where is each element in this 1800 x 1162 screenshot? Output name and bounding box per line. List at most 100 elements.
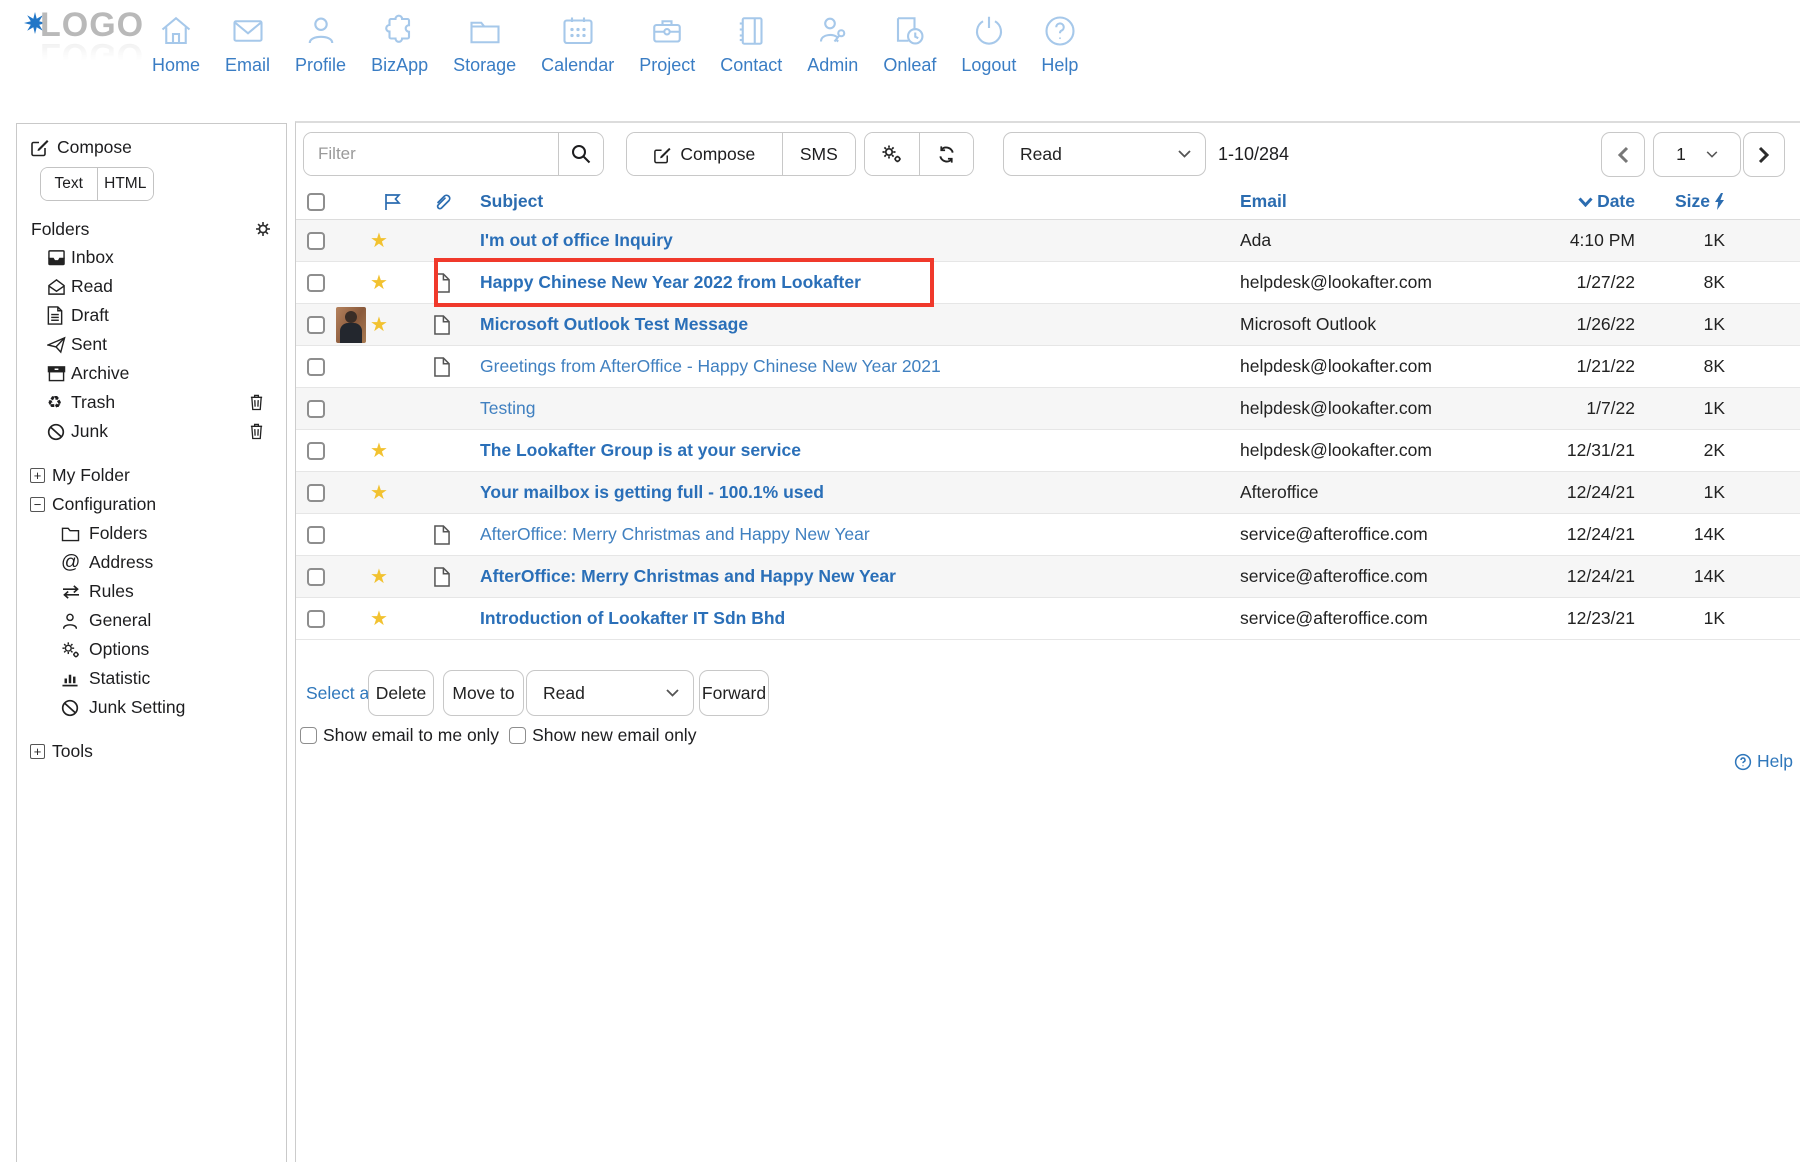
nav-logout[interactable]: Logout: [961, 10, 1016, 76]
sidebar-item-junk[interactable]: Junk: [17, 417, 286, 446]
email-subject-link[interactable]: Introduction of Lookafter IT Sdn Bhd: [480, 608, 785, 629]
help-link[interactable]: Help: [1734, 751, 1793, 772]
sidebar-item-options[interactable]: Options: [17, 635, 286, 664]
row-checkbox[interactable]: [307, 274, 325, 292]
row-checkbox[interactable]: [307, 526, 325, 544]
star-icon[interactable]: ★: [370, 312, 388, 337]
compose-html-button[interactable]: HTML: [97, 168, 154, 200]
folder-settings-gear-icon[interactable]: [254, 220, 272, 238]
email-row[interactable]: ★ Happy Chinese New Year 2022 from Lookaf…: [296, 262, 1800, 304]
page-select[interactable]: 1: [1653, 132, 1741, 177]
sidebar-item-general[interactable]: General: [17, 606, 286, 635]
expand-plus-icon[interactable]: +: [30, 468, 45, 483]
empty-trash-icon[interactable]: [249, 393, 264, 411]
email-subject-link[interactable]: AfterOffice: Merry Christmas and Happy N…: [480, 566, 896, 587]
star-icon[interactable]: ★: [370, 480, 388, 505]
nav-onleaf[interactable]: Onleaf: [883, 10, 936, 76]
row-checkbox[interactable]: [307, 358, 325, 376]
star-icon[interactable]: ★: [370, 564, 388, 589]
nav-project[interactable]: Project: [639, 10, 695, 76]
date-column-header[interactable]: Date: [1540, 191, 1635, 212]
row-checkbox[interactable]: [307, 316, 325, 334]
email-subject-link[interactable]: I'm out of office Inquiry: [480, 230, 673, 251]
sidebar-item-read[interactable]: Read: [17, 272, 286, 301]
collapse-minus-icon[interactable]: −: [30, 497, 45, 512]
email-subject-link[interactable]: AfterOffice: Merry Christmas and Happy N…: [480, 524, 870, 545]
row-checkbox[interactable]: [307, 400, 325, 418]
nav-email[interactable]: Email: [225, 10, 270, 76]
show-new-checkbox[interactable]: [509, 727, 526, 744]
row-checkbox[interactable]: [307, 232, 325, 250]
email-row[interactable]: Greetings from AfterOffice - Happy Chine…: [296, 346, 1800, 388]
email-subject-link[interactable]: Testing: [480, 398, 535, 419]
forward-button[interactable]: Forward: [699, 670, 769, 716]
sidebar-item-archive[interactable]: Archive: [17, 359, 286, 388]
email-row[interactable]: ★The Lookafter Group is at your serviceh…: [296, 430, 1800, 472]
gears-button[interactable]: [865, 133, 919, 175]
nav-profile[interactable]: Profile: [295, 10, 346, 76]
sidebar-item-my-folder[interactable]: + My Folder: [17, 461, 286, 490]
star-icon[interactable]: ★: [370, 606, 388, 631]
sidebar-item-sent[interactable]: Sent: [17, 330, 286, 359]
nav-storage[interactable]: Storage: [453, 10, 516, 76]
select-all-link[interactable]: Select all: [306, 670, 377, 716]
email-subject-link[interactable]: The Lookafter Group is at your service: [480, 440, 801, 461]
email-subject-link[interactable]: Your mailbox is getting full - 100.1% us…: [480, 482, 824, 503]
star-icon[interactable]: ★: [370, 438, 388, 463]
nav-contact[interactable]: Contact: [720, 10, 782, 76]
sidebar-compose-button[interactable]: Compose: [30, 134, 286, 160]
size-column-header[interactable]: Size: [1635, 191, 1725, 212]
email-row[interactable]: ★Microsoft Outlook Test MessageMicrosoft…: [296, 304, 1800, 346]
row-checkbox[interactable]: [307, 568, 325, 586]
compose-button[interactable]: Compose: [627, 133, 782, 175]
star-icon[interactable]: ★: [370, 228, 388, 253]
email-row[interactable]: AfterOffice: Merry Christmas and Happy N…: [296, 514, 1800, 556]
empty-junk-icon[interactable]: [249, 422, 264, 440]
row-checkbox[interactable]: [307, 610, 325, 628]
sidebar-item-configuration[interactable]: − Configuration: [17, 490, 286, 519]
nav-help[interactable]: Help: [1041, 10, 1078, 76]
email-row[interactable]: Testinghelpdesk@lookafter.com1/7/221K: [296, 388, 1800, 430]
nav-admin[interactable]: Admin: [807, 10, 858, 76]
star-icon[interactable]: ★: [370, 270, 388, 295]
sms-button[interactable]: SMS: [782, 133, 855, 175]
select-all-checkbox[interactable]: [307, 193, 325, 211]
attachment-column-header[interactable]: [404, 192, 480, 212]
sidebar-item-trash[interactable]: ♻ Trash: [17, 388, 286, 417]
show-to-me-checkbox[interactable]: [300, 727, 317, 744]
nav-home[interactable]: Home: [152, 10, 200, 76]
next-page-button[interactable]: [1743, 132, 1785, 177]
sidebar-item-config-folders[interactable]: Folders: [17, 519, 286, 548]
email-row[interactable]: ★ AfterOffice: Merry Christmas and Happy …: [296, 556, 1800, 598]
sidebar-item-tools[interactable]: + Tools: [17, 737, 286, 766]
refresh-button[interactable]: [919, 133, 974, 175]
compose-text-button[interactable]: Text: [41, 168, 97, 200]
expand-plus-icon[interactable]: +: [30, 744, 45, 759]
email-subject-link[interactable]: Happy Chinese New Year 2022 from Lookaft…: [480, 272, 861, 293]
delete-button[interactable]: Delete: [368, 670, 434, 716]
subject-column-header[interactable]: Subject: [480, 191, 1240, 212]
search-button[interactable]: [558, 133, 603, 175]
email-row[interactable]: ★Introduction of Lookafter IT Sdn Bhdser…: [296, 598, 1800, 640]
row-checkbox[interactable]: [307, 442, 325, 460]
sidebar-item-rules[interactable]: Rules: [17, 577, 286, 606]
email-subject-link[interactable]: Microsoft Outlook Test Message: [480, 314, 748, 335]
mark-as-select[interactable]: Read: [526, 670, 694, 716]
email-subject-link[interactable]: Greetings from AfterOffice - Happy Chine…: [480, 356, 941, 377]
mark-read-select[interactable]: Read: [1003, 132, 1206, 176]
nav-calendar[interactable]: Calendar: [541, 10, 614, 76]
sidebar-item-junk-setting[interactable]: Junk Setting: [17, 693, 286, 722]
email-column-header[interactable]: Email: [1240, 191, 1540, 212]
filter-input[interactable]: [304, 133, 558, 175]
email-row[interactable]: ★ Your mailbox is getting full - 100.1% u…: [296, 472, 1800, 514]
sidebar-item-statistic[interactable]: Statistic: [17, 664, 286, 693]
nav-bizapp[interactable]: BizApp: [371, 10, 428, 76]
prev-page-button[interactable]: [1601, 132, 1645, 177]
email-row[interactable]: ★I'm out of office InquiryAda4:10 PM1K: [296, 220, 1800, 262]
row-checkbox[interactable]: [307, 484, 325, 502]
move-to-button[interactable]: Move to: [443, 670, 524, 716]
flag-column-header[interactable]: [370, 192, 404, 212]
sidebar-item-address[interactable]: @ Address: [17, 548, 286, 577]
sidebar-item-draft[interactable]: Draft: [17, 301, 286, 330]
sidebar-item-inbox[interactable]: Inbox: [17, 243, 286, 272]
